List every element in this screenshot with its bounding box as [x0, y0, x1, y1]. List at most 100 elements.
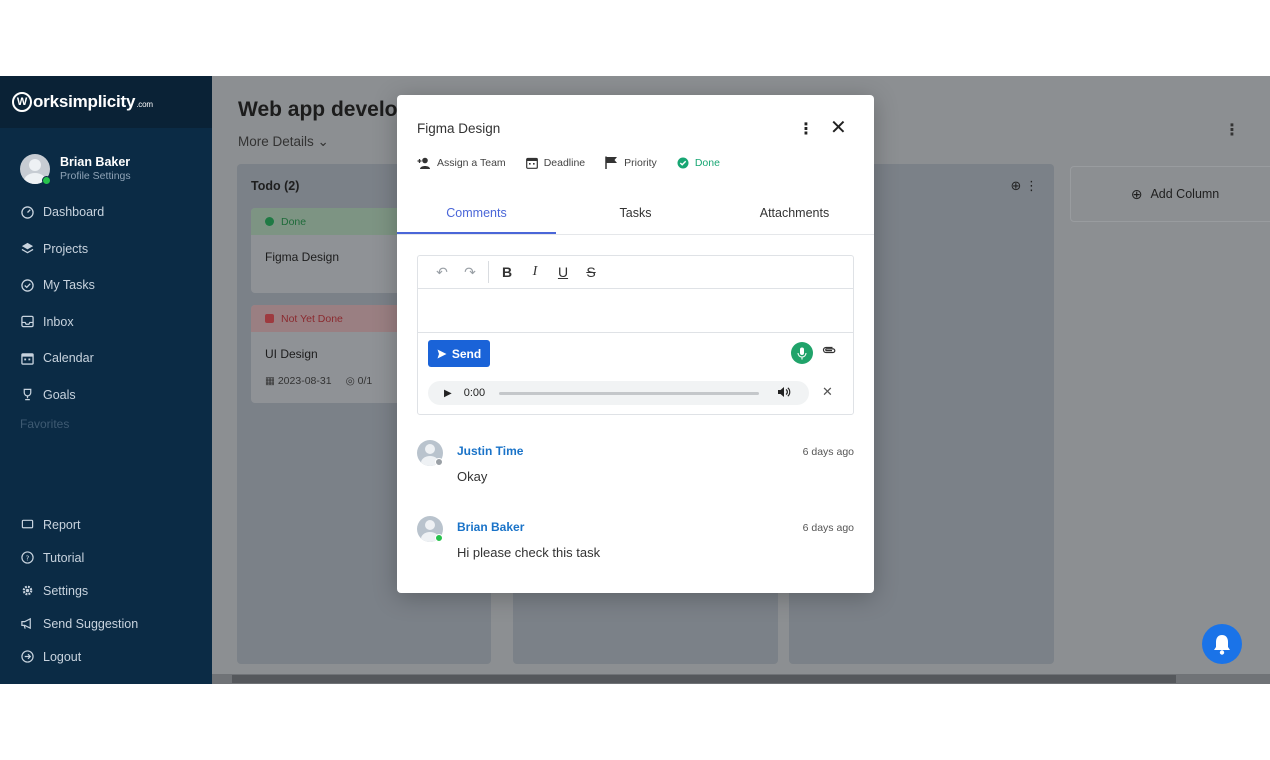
gear-icon	[20, 584, 34, 598]
send-button[interactable]: Send	[428, 340, 490, 367]
editor-actions: Send	[418, 333, 853, 373]
avatar	[20, 153, 51, 185]
notifications-button[interactable]	[1202, 624, 1242, 664]
logo-mark-icon: W	[12, 92, 32, 112]
microphone-icon	[797, 347, 807, 359]
bell-icon	[1214, 635, 1230, 655]
remove-audio-button[interactable]: ✕	[822, 384, 833, 400]
redo-icon[interactable]: ↷	[456, 264, 484, 281]
horizontal-scrollbar[interactable]	[212, 674, 1270, 684]
comment-text: Okay	[457, 469, 488, 484]
flag-outline-icon	[20, 518, 34, 532]
board-menu-button[interactable]: ⋮	[1224, 120, 1240, 140]
sidebar-item-label: Logout	[43, 649, 82, 664]
comment-text: Hi please check this task	[457, 545, 601, 560]
audio-progress-bar[interactable]	[499, 391, 760, 395]
priority-button[interactable]: Priority	[605, 156, 657, 169]
comment-author[interactable]: Brian Baker	[457, 520, 524, 534]
check-circle-icon	[677, 157, 689, 168]
sidebar-item-projects[interactable]: Projects	[0, 231, 212, 268]
modal-title: Figma Design	[417, 121, 501, 136]
comment-item: Brian Baker 6 days ago Hi please check t…	[417, 516, 854, 566]
sidebar-item-tutorial[interactable]: ? Tutorial	[0, 541, 212, 574]
scrollbar-thumb[interactable]	[232, 675, 1176, 683]
modal-menu-button[interactable]: ⋮	[798, 119, 814, 139]
inbox-icon	[20, 315, 34, 329]
profile-link[interactable]: Brian Baker Profile Settings	[0, 128, 212, 194]
sidebar-item-settings[interactable]: Settings	[0, 574, 212, 607]
sidebar-item-label: Report	[43, 517, 81, 532]
play-icon[interactable]: ▶	[444, 388, 452, 399]
trophy-icon	[20, 388, 34, 402]
close-button[interactable]: ✕	[830, 118, 847, 138]
sidebar-item-label: Projects	[43, 241, 89, 256]
sidebar-item-label: Calendar	[43, 351, 94, 366]
sidebar-item-dashboard[interactable]: Dashboard	[0, 194, 212, 231]
sidebar-item-my-tasks[interactable]: My Tasks	[0, 267, 212, 304]
attach-file-button[interactable]	[822, 343, 836, 361]
sidebar-item-label: Goals	[43, 387, 76, 402]
favorites-heading: Favorites	[20, 417, 70, 431]
tab-tasks[interactable]: Tasks	[556, 199, 715, 234]
audio-player: ▶ 0:00	[428, 381, 809, 405]
comment-timestamp: 6 days ago	[802, 446, 854, 458]
svg-text:?: ?	[25, 553, 29, 562]
sidebar-item-label: Dashboard	[43, 205, 105, 220]
add-column-button[interactable]: ⊕ Add Column	[1070, 166, 1270, 222]
calendar-icon: ▦	[265, 375, 275, 387]
user-status-dot	[435, 458, 443, 466]
comment-author[interactable]: Justin Time	[457, 444, 523, 458]
audio-time: 0:00	[463, 387, 486, 399]
modal-tabs: Comments Tasks Attachments	[397, 199, 874, 235]
underline-button[interactable]: U	[549, 264, 577, 280]
sidebar-item-report[interactable]: Report	[0, 508, 212, 541]
chevron-down-icon: ⌄	[317, 134, 329, 149]
add-circle-icon[interactable]: ⊕	[1010, 178, 1021, 193]
bottom-nav: Report ? Tutorial Settings Send Suggesti…	[0, 508, 212, 673]
calendar-icon	[20, 351, 34, 365]
tab-attachments[interactable]: Attachments	[715, 199, 874, 234]
dashboard-icon	[20, 205, 34, 219]
column-title: Todo (2)	[251, 179, 300, 193]
user-status-dot	[435, 534, 443, 542]
sidebar-item-goals[interactable]: Goals	[0, 377, 212, 414]
online-status-dot	[42, 175, 51, 185]
profile-name: Brian Baker	[60, 155, 131, 169]
toolbar-divider	[488, 261, 489, 283]
logout-icon	[20, 650, 34, 664]
assign-team-button[interactable]: Assign a Team	[417, 157, 506, 169]
tab-comments[interactable]: Comments	[397, 199, 556, 234]
flag-icon	[605, 156, 618, 169]
megaphone-icon	[20, 617, 34, 631]
italic-button[interactable]: I	[521, 264, 549, 280]
bold-button[interactable]: B	[493, 264, 521, 280]
column-actions: ⊕ ⋮	[1010, 178, 1038, 194]
add-user-icon	[417, 157, 430, 169]
brand-name: orksimplicity	[33, 92, 136, 111]
profile-settings-link[interactable]: Profile Settings	[60, 170, 131, 182]
help-circle-icon: ?	[20, 551, 34, 565]
sidebar: W orksimplicity .com Brian Baker Profile…	[0, 76, 212, 684]
deadline-button[interactable]: Deadline	[525, 157, 585, 169]
stop-icon	[265, 314, 274, 323]
comment-item: Justin Time 6 days ago Okay	[417, 440, 854, 490]
card-due-date: ▦ 2023-08-31	[265, 375, 332, 387]
sidebar-item-inbox[interactable]: Inbox	[0, 304, 212, 341]
sidebar-item-send-suggestion[interactable]: Send Suggestion	[0, 607, 212, 640]
undo-icon[interactable]: ↶	[428, 264, 456, 281]
check-circle-icon	[20, 278, 34, 292]
layers-icon	[20, 242, 34, 256]
sidebar-item-calendar[interactable]: Calendar	[0, 340, 212, 377]
more-details-toggle[interactable]: More Details ⌄	[238, 134, 329, 150]
volume-icon[interactable]	[777, 386, 791, 401]
brand-logo[interactable]: W orksimplicity .com	[0, 76, 212, 128]
strikethrough-button[interactable]: S	[577, 264, 605, 280]
column-menu-icon[interactable]: ⋮	[1025, 178, 1038, 193]
paperclip-icon	[822, 346, 836, 354]
status-done-button[interactable]: Done	[677, 157, 720, 169]
calendar-icon	[525, 157, 538, 169]
comment-input[interactable]	[418, 289, 853, 333]
record-audio-button[interactable]	[791, 342, 813, 364]
sidebar-item-logout[interactable]: Logout	[0, 640, 212, 673]
add-circle-icon: ⊕	[1130, 185, 1143, 202]
